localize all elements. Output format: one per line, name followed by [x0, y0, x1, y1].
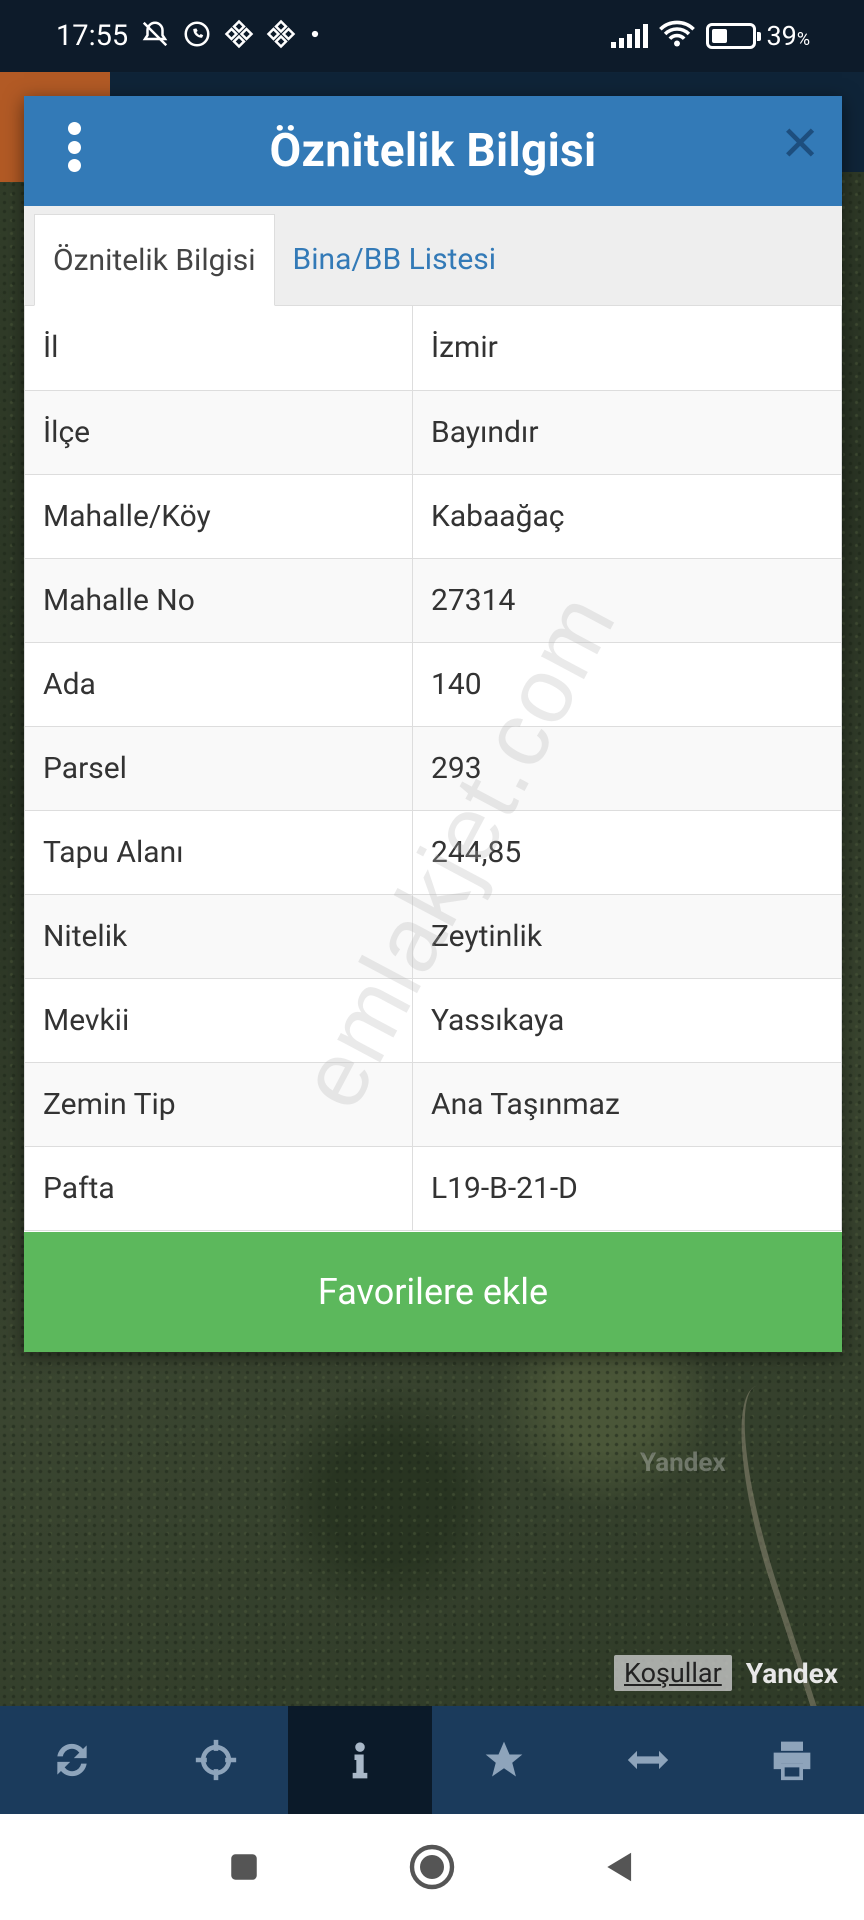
yandex-logo: Yandex — [745, 1656, 839, 1690]
bottom-toolbar — [0, 1706, 864, 1814]
tab-building-list[interactable]: Bina/BB Listesi — [275, 213, 515, 305]
attribute-key: Pafta — [24, 1145, 413, 1231]
battery-icon — [706, 23, 762, 49]
status-time: 17:55 — [56, 19, 129, 53]
home-circle-icon — [409, 1844, 455, 1890]
table-row: Mahalle/Köy Kabaağaç — [24, 473, 842, 559]
attribute-value: L19-B-21-D — [412, 1145, 842, 1231]
attribute-value: Yassıkaya — [412, 977, 842, 1063]
tab-bar: Öznitelik Bilgisi Bina/BB Listesi — [24, 206, 842, 306]
refresh-button[interactable] — [0, 1706, 144, 1814]
wifi-icon — [658, 19, 696, 54]
binance-icon — [224, 19, 254, 54]
back-triangle-icon — [607, 1852, 632, 1882]
table-row: Zemin Tip Ana Taşınmaz — [24, 1061, 842, 1147]
attribute-key: Mahalle No — [24, 557, 413, 643]
square-icon — [231, 1854, 257, 1880]
battery-level: 39% — [766, 20, 810, 52]
table-row: Parsel 293 — [24, 725, 842, 811]
refresh-icon — [57, 1743, 87, 1777]
attribute-value: Bayındır — [412, 389, 842, 475]
attribute-key: Zemin Tip — [24, 1061, 413, 1147]
table-row: Nitelik Zeytinlik — [24, 893, 842, 979]
system-nav-bar — [0, 1814, 864, 1920]
signal-icon — [611, 24, 649, 48]
measure-icon — [627, 1750, 669, 1770]
table-row: Mevkii Yassıkaya — [24, 977, 842, 1063]
attribute-table: İl İzmir İlçe Bayındır Mahalle/Köy Kabaağaç… — [24, 306, 842, 1231]
dot-icon — [308, 19, 322, 54]
attribute-key: Nitelik — [24, 893, 413, 979]
table-row: İl İzmir — [24, 306, 842, 391]
attribute-key: İlçe — [24, 389, 413, 475]
alarm-off-icon — [140, 19, 170, 54]
attribute-key: Parsel — [24, 725, 413, 811]
attribute-key: Mevkii — [24, 977, 413, 1063]
info-button[interactable] — [288, 1706, 432, 1814]
measure-button[interactable] — [576, 1706, 720, 1814]
home-button[interactable] — [408, 1843, 456, 1891]
table-row: Pafta L19-B-21-D — [24, 1145, 842, 1231]
dialog-title: Öznitelik Bilgisi — [269, 124, 597, 178]
attribute-value: Ana Taşınmaz — [412, 1061, 842, 1147]
attribute-value: 27314 — [412, 557, 842, 643]
more-options-icon[interactable] — [64, 122, 84, 172]
status-left: 17:55 — [56, 19, 322, 54]
attribute-key: Mahalle/Köy — [24, 473, 413, 559]
table-row: İlçe Bayındır — [24, 389, 842, 475]
close-icon[interactable]: ✕ — [780, 120, 820, 168]
recents-button[interactable] — [220, 1843, 268, 1891]
locate-icon — [195, 1739, 237, 1781]
attribute-key: Tapu Alanı — [24, 809, 413, 895]
favorites-button[interactable] — [432, 1706, 576, 1814]
status-right: 39% — [611, 19, 810, 54]
info-icon — [352, 1742, 368, 1779]
tab-attribute-info[interactable]: Öznitelik Bilgisi — [34, 214, 275, 306]
attribute-value: Kabaağaç — [412, 473, 842, 559]
star-icon — [485, 1741, 523, 1777]
binance-icon — [266, 19, 296, 54]
whatsapp-icon — [182, 19, 212, 54]
attribute-value: 140 — [412, 641, 842, 727]
attribute-value: 244,85 — [412, 809, 842, 895]
attribute-value: Zeytinlik — [412, 893, 842, 979]
attribute-dialog: Öznitelik Bilgisi ✕ Öznitelik Bilgisi Bi… — [24, 96, 842, 1352]
add-to-favorites-button[interactable]: Favorilere ekle — [24, 1232, 842, 1352]
print-icon — [773, 1741, 811, 1781]
status-bar: 17:55 39% — [0, 0, 864, 72]
table-row: Tapu Alanı 244,85 — [24, 809, 842, 895]
map-attribution: Koşullar Yandex — [614, 1652, 838, 1694]
back-button[interactable] — [596, 1843, 644, 1891]
map-watermark: Yandex — [640, 1448, 726, 1478]
terms-link[interactable]: Koşullar — [614, 1655, 732, 1691]
attribute-value: 293 — [412, 725, 842, 811]
attribute-value: İzmir — [412, 306, 842, 391]
print-button[interactable] — [720, 1706, 864, 1814]
locate-button[interactable] — [144, 1706, 288, 1814]
table-row: Mahalle No 27314 — [24, 557, 842, 643]
attribute-key: Ada — [24, 641, 413, 727]
attribute-key: İl — [24, 306, 413, 391]
table-row: Ada 140 — [24, 641, 842, 727]
dialog-header: Öznitelik Bilgisi ✕ — [24, 96, 842, 206]
